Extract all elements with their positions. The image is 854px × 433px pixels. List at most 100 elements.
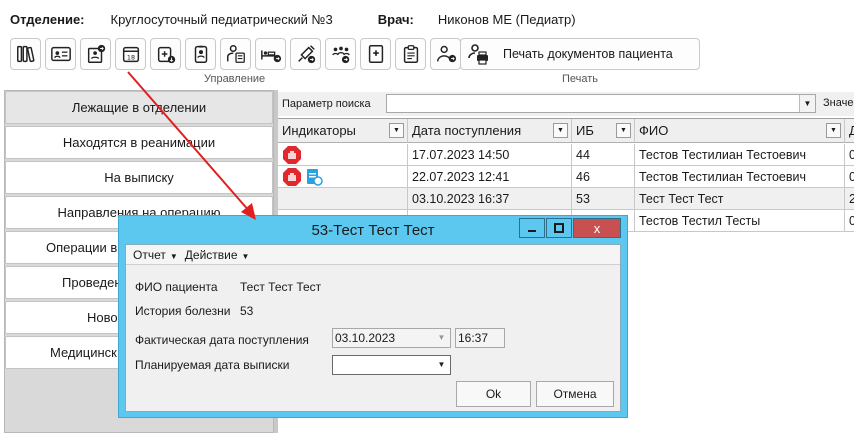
- badge-button[interactable]: [185, 38, 216, 70]
- department-label: Отделение:: [10, 11, 85, 27]
- patient-card-icon: [87, 44, 105, 63]
- table-cell[interactable]: 53: [572, 188, 635, 210]
- search-param-label: Параметр поиска: [282, 98, 371, 110]
- table-cell[interactable]: 0: [845, 210, 854, 232]
- toolbar-group-print-label: Печать: [562, 73, 599, 85]
- toolbar: 18 Печать документов пациента: [6, 38, 706, 74]
- doctor-label: Врач:: [377, 11, 414, 27]
- menu-report-label: Отчет: [133, 247, 166, 262]
- table-cell[interactable]: 2: [845, 188, 854, 210]
- user-transfer-button[interactable]: [430, 38, 461, 70]
- chevron-down-icon: ▼: [437, 333, 446, 342]
- close-icon: x: [593, 220, 601, 236]
- medical-bag-icon: [157, 46, 175, 64]
- patient-chart-button[interactable]: [220, 38, 251, 70]
- table-cell[interactable]: 17.07.2023 14:50: [408, 144, 572, 166]
- id-card-button[interactable]: [45, 38, 76, 70]
- toolbar-group-manage-label: Управление: [204, 73, 266, 85]
- maximize-button[interactable]: [546, 218, 572, 238]
- close-button[interactable]: x: [573, 218, 621, 238]
- column-header-fio[interactable]: ФИО ▼: [635, 119, 845, 143]
- print-documents-label: Печать документов пациента: [503, 47, 673, 61]
- nav-item-label: Операции в: [46, 240, 118, 255]
- header-bar: Отделение: Круглосуточный педиатрический…: [10, 10, 576, 28]
- nav-item-in-department[interactable]: Лежащие в отделении: [5, 91, 273, 124]
- column-header-label: Д: [849, 123, 854, 138]
- search-bar: Параметр поиска ▼ Значе: [278, 92, 854, 116]
- column-header-indicators[interactable]: Индикаторы ▼: [278, 119, 408, 143]
- fio-label: ФИО пациента: [135, 280, 218, 294]
- search-param-select[interactable]: ▼: [386, 94, 816, 113]
- table-cell[interactable]: 0: [845, 144, 854, 166]
- dialog-menu-bar: Отчет ▼ Действие ▼: [126, 245, 620, 265]
- table-cell[interactable]: Тестов Тестил Тесты: [635, 210, 845, 232]
- table-cell[interactable]: 44: [572, 144, 635, 166]
- actual-time-field: 16:37: [455, 328, 505, 348]
- clipboard-icon: [403, 45, 418, 63]
- table-cell[interactable]: Тестов Тестилиан Тестоевич: [635, 166, 845, 188]
- badge-icon: [194, 45, 207, 63]
- column-header-admission-date[interactable]: Дата поступления ▼: [408, 119, 572, 143]
- printer-user-icon: [461, 39, 495, 69]
- table-cell[interactable]: 46: [572, 166, 635, 188]
- medical-bag-button[interactable]: [150, 38, 181, 70]
- nav-item-icu[interactable]: Находятся в реанимации: [5, 126, 273, 159]
- filter-icon[interactable]: ▼: [389, 123, 404, 138]
- group-button[interactable]: [325, 38, 356, 70]
- ok-button[interactable]: Ok: [456, 381, 531, 407]
- syringe-button[interactable]: [290, 38, 321, 70]
- menu-action[interactable]: Действие ▼: [185, 248, 250, 262]
- calendar-button[interactable]: 18: [115, 38, 146, 70]
- column-header-label: Дата поступления: [412, 123, 522, 138]
- table-cell[interactable]: Тестов Тестилиан Тестоевич: [635, 144, 845, 166]
- calendar-icon: 18: [122, 46, 139, 63]
- filter-icon[interactable]: ▼: [826, 123, 841, 138]
- stop-hand-icon: [283, 145, 301, 164]
- indicator-cell[interactable]: [278, 188, 408, 210]
- cancel-button[interactable]: Отмена: [536, 381, 614, 407]
- table-cell[interactable]: Тест Тест Тест: [635, 188, 845, 210]
- search-value-label: Значе: [823, 97, 854, 109]
- actual-time-value: 16:37: [458, 331, 489, 345]
- caret-down-icon: ▼: [169, 251, 178, 261]
- table-cell[interactable]: 03.10.2023 16:37: [408, 188, 572, 210]
- patient-card-button[interactable]: [80, 38, 111, 70]
- column-header-d[interactable]: Д: [845, 119, 854, 143]
- table-cell[interactable]: 22.07.2023 12:41: [408, 166, 572, 188]
- table-cell[interactable]: 0: [845, 166, 854, 188]
- nav-item-label: Медицинск: [50, 345, 117, 360]
- bed-transfer-icon: [260, 50, 281, 63]
- maximize-icon: [554, 223, 564, 233]
- filter-icon[interactable]: ▼: [553, 123, 568, 138]
- clipboard-button[interactable]: [395, 38, 426, 70]
- discharge-dialog: 53-Тест Тест Тест x Отчет ▼ Действие ▼ ФИО…: [118, 215, 628, 418]
- medical-book-icon: [368, 45, 383, 63]
- books-icon: [16, 45, 34, 63]
- syringe-icon: [297, 45, 315, 64]
- user-transfer-icon: [436, 45, 456, 63]
- caret-down-icon: ▼: [241, 251, 250, 261]
- svg-text:18: 18: [126, 54, 134, 62]
- planned-date-field[interactable]: ▼: [332, 355, 451, 375]
- history-value: 53: [240, 304, 254, 318]
- indicator-cell[interactable]: [278, 166, 408, 188]
- actual-date-field: 03.10.2023 ▼: [332, 328, 451, 348]
- menu-report[interactable]: Отчет ▼: [133, 248, 178, 262]
- dialog-body: Отчет ▼ Действие ▼ ФИО пациента Тест Тест …: [125, 244, 621, 412]
- print-documents-button[interactable]: Печать документов пациента: [460, 38, 700, 70]
- minimize-button[interactable]: [519, 218, 545, 238]
- patient-chart-icon: [226, 45, 245, 63]
- column-header-ib[interactable]: ИБ ▼: [572, 119, 635, 143]
- medical-book-button[interactable]: [360, 38, 391, 70]
- nav-item-discharge[interactable]: На выписку: [5, 161, 273, 194]
- chevron-down-icon[interactable]: ▼: [433, 356, 450, 374]
- books-button[interactable]: [10, 38, 41, 70]
- filter-icon[interactable]: ▼: [616, 123, 631, 138]
- group-icon: [331, 46, 350, 64]
- column-header-label: Индикаторы: [282, 123, 356, 138]
- indicator-cell[interactable]: [278, 144, 408, 166]
- document-badge-icon: [307, 168, 323, 186]
- stop-hand-icon: [283, 167, 301, 186]
- nav-item-label: На выписку: [104, 170, 174, 185]
- bed-transfer-button[interactable]: [255, 38, 286, 70]
